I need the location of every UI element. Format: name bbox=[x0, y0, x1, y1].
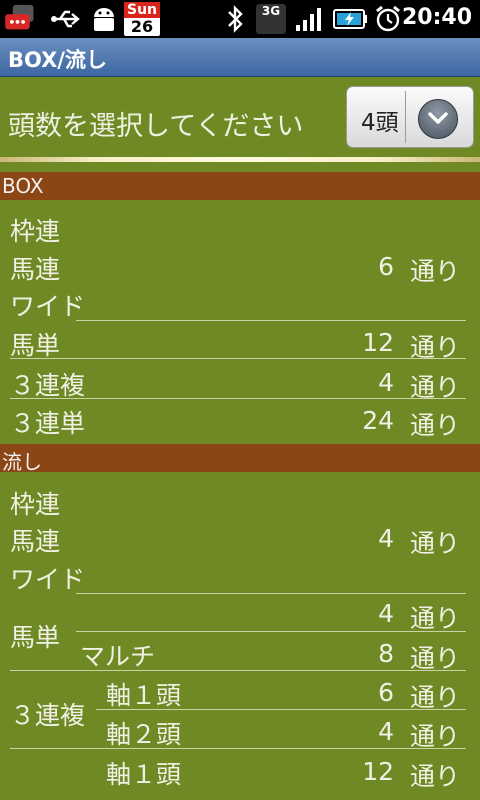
sanrentan-count: 12 bbox=[362, 757, 394, 786]
bluetooth-icon bbox=[228, 5, 243, 33]
row-divider bbox=[76, 593, 466, 594]
row-divider bbox=[10, 358, 466, 359]
row-divider bbox=[76, 631, 466, 632]
box-row-label: 馬単 bbox=[10, 331, 61, 360]
box-section-header: BOX bbox=[0, 172, 480, 200]
box-section-title: BOX bbox=[2, 174, 44, 198]
sanrenpuku-count: 6 bbox=[378, 678, 394, 707]
spinner-separator bbox=[405, 91, 406, 143]
sanrenpuku-label: ３連複 bbox=[10, 701, 86, 730]
box-row-label: 馬連 bbox=[10, 255, 61, 284]
box-row-count: 24 bbox=[362, 406, 394, 435]
calendar-icon: Sun 26 bbox=[124, 2, 160, 36]
umatan-multi-label: マルチ bbox=[80, 642, 156, 671]
usb-icon bbox=[51, 10, 80, 28]
row-divider bbox=[10, 398, 466, 399]
nagashi-row-count: 4 bbox=[378, 524, 394, 553]
box-row-label: ３連複 bbox=[10, 371, 86, 400]
row-divider bbox=[96, 709, 466, 710]
sanrentan-sub-label: 軸１頭 bbox=[106, 760, 182, 789]
horse-count-prompt: 頭数を選択してください bbox=[8, 111, 304, 142]
box-row-unit: 通り bbox=[410, 257, 461, 286]
header-divider bbox=[0, 157, 480, 162]
sanrentan-unit: 通り bbox=[410, 762, 461, 791]
signal-icon bbox=[296, 8, 321, 31]
sanrenpuku-sub-label: 軸２頭 bbox=[106, 720, 182, 749]
status-time: 20:40 bbox=[401, 5, 472, 30]
android-icon bbox=[94, 8, 114, 31]
box-row-count: 4 bbox=[378, 368, 394, 397]
title-bar: BOX/流し bbox=[0, 38, 480, 77]
nagashi-row-unit: 通り bbox=[410, 529, 461, 558]
alarm-icon bbox=[376, 5, 400, 32]
3g-icon: 3G bbox=[256, 4, 286, 34]
nagashi-row-label: 馬連 bbox=[10, 527, 61, 556]
row-divider bbox=[10, 670, 466, 671]
status-bar: Sun 26 3G 20:40 bbox=[0, 0, 480, 38]
box-row-count: 6 bbox=[378, 252, 394, 281]
sanrenpuku-count: 4 bbox=[378, 717, 394, 746]
box-row-label: 枠連 bbox=[10, 217, 61, 246]
box-row-label: ３連単 bbox=[10, 409, 86, 438]
umatan-unit: 通り bbox=[410, 604, 461, 633]
umatan-multi-count: 8 bbox=[378, 639, 394, 668]
nagashi-section-header: 流し bbox=[0, 444, 480, 474]
box-row-label: ワイド bbox=[10, 292, 86, 321]
spinner-dropdown-button[interactable] bbox=[418, 99, 458, 139]
page-title: BOX/流し bbox=[8, 48, 107, 72]
nagashi-section-title: 流し bbox=[2, 450, 42, 474]
horse-count-spinner[interactable]: 4頭 bbox=[346, 86, 474, 148]
box-row-unit: 通り bbox=[410, 411, 461, 440]
row-divider bbox=[10, 748, 466, 749]
calendar-day: Sun bbox=[124, 2, 160, 18]
nagashi-row-label: ワイド bbox=[10, 565, 86, 594]
spinner-value: 4頭 bbox=[361, 110, 399, 136]
box-row-count: 12 bbox=[362, 328, 394, 357]
chevron-down-icon bbox=[428, 112, 448, 124]
umatan-label: 馬単 bbox=[10, 623, 61, 652]
calendar-date: 26 bbox=[130, 17, 154, 36]
battery-charging-icon bbox=[333, 9, 367, 29]
row-divider bbox=[76, 320, 466, 321]
umatan-count: 4 bbox=[378, 599, 394, 628]
sanrenpuku-sub-label: 軸１頭 bbox=[106, 681, 182, 710]
messaging-icon bbox=[5, 4, 34, 30]
network-type-label: 3G bbox=[261, 4, 281, 18]
nagashi-row-label: 枠連 bbox=[10, 490, 61, 519]
